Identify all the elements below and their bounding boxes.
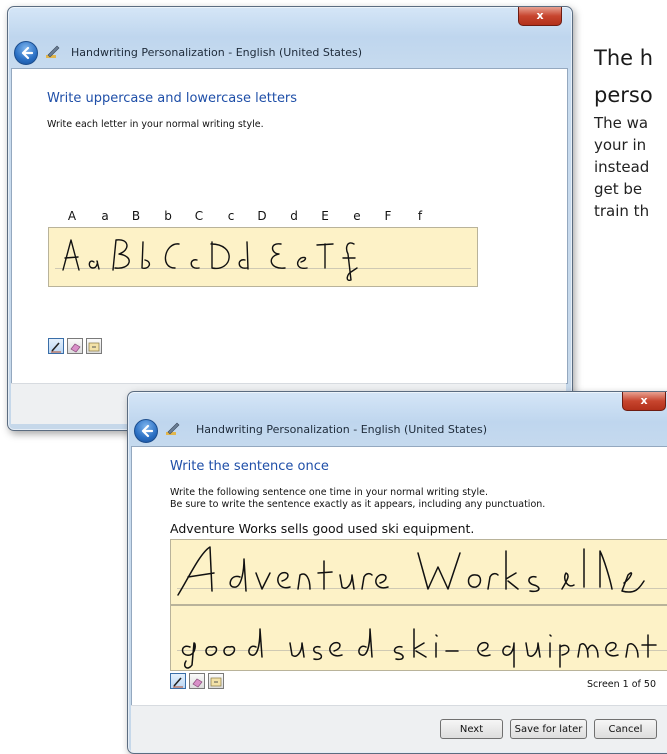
content-panel: Write the sentence once Write the follow…	[131, 446, 667, 706]
letter-label: A	[67, 209, 77, 223]
back-button[interactable]	[14, 41, 38, 65]
tool-strip	[48, 338, 128, 356]
letter-labels: A a B b C c D d E e F f	[12, 209, 567, 225]
letter-label: C	[194, 209, 204, 223]
tool-strip	[170, 673, 250, 691]
handwriting-ink	[177, 546, 657, 669]
window-title: Handwriting Personalization - English (U…	[196, 423, 488, 436]
sentence-window: x Handwriting Personalization - English …	[127, 391, 667, 754]
target-sentence: Adventure Works sells good used ski equi…	[170, 521, 475, 536]
back-arrow-icon	[141, 424, 153, 438]
letter-label: a	[101, 209, 109, 223]
page-heading: Write uppercase and lowercase letters	[47, 91, 298, 106]
letters-window: x Handwriting Personalization - English …	[7, 6, 573, 431]
pen-icon[interactable]	[170, 673, 186, 689]
close-button[interactable]: x	[622, 392, 666, 411]
letter-label: e	[353, 209, 361, 223]
handwriting-pad[interactable]	[48, 227, 478, 287]
article-heading-line: perso	[594, 83, 653, 107]
insert-space-icon[interactable]	[208, 673, 224, 689]
article-body-line: get be	[594, 180, 643, 198]
article-heading: The h perso	[594, 40, 653, 114]
pen-app-icon	[166, 422, 180, 435]
letter-label: d	[290, 209, 298, 223]
letter-label: E	[321, 209, 329, 223]
pen-icon[interactable]	[48, 338, 64, 354]
page-heading: Write the sentence once	[170, 459, 329, 474]
instruction-text: Write the following sentence one time in…	[170, 487, 489, 498]
window-title: Handwriting Personalization - English (U…	[71, 46, 363, 59]
screen-counter: Screen 1 of 50	[587, 679, 657, 690]
button-bar: Next Save for later Cancel	[131, 705, 667, 752]
back-button[interactable]	[134, 419, 158, 443]
letter-label: D	[257, 209, 267, 223]
close-button[interactable]: x	[518, 7, 562, 26]
letter-label: b	[164, 209, 172, 223]
cancel-button[interactable]: Cancel	[594, 719, 657, 739]
article-body-line: train th	[594, 202, 650, 220]
instruction-text: Be sure to write the sentence exactly as…	[170, 499, 546, 510]
letter-label: f	[417, 209, 423, 223]
eraser-icon[interactable]	[189, 673, 205, 689]
next-button[interactable]: Next	[440, 719, 503, 739]
article-body-line: instead	[594, 158, 650, 176]
article-heading-line: The h	[594, 46, 654, 70]
eraser-icon[interactable]	[67, 338, 83, 354]
handwriting-ink	[62, 239, 358, 282]
save-for-later-button[interactable]: Save for later	[510, 719, 587, 739]
article-body: The wa your in instead get be train th	[594, 112, 649, 222]
letter-label: c	[227, 209, 235, 223]
letter-label: F	[384, 209, 392, 223]
letter-label: B	[131, 209, 141, 223]
instruction-text: Write each letter in your normal writing…	[47, 119, 264, 130]
article-body-line: your in	[594, 136, 647, 154]
article-body-line: The wa	[594, 114, 649, 132]
content-panel: Write uppercase and lowercase letters Wr…	[11, 68, 568, 384]
pen-app-icon	[46, 45, 60, 58]
back-arrow-icon	[21, 46, 33, 60]
insert-space-icon[interactable]	[86, 338, 102, 354]
